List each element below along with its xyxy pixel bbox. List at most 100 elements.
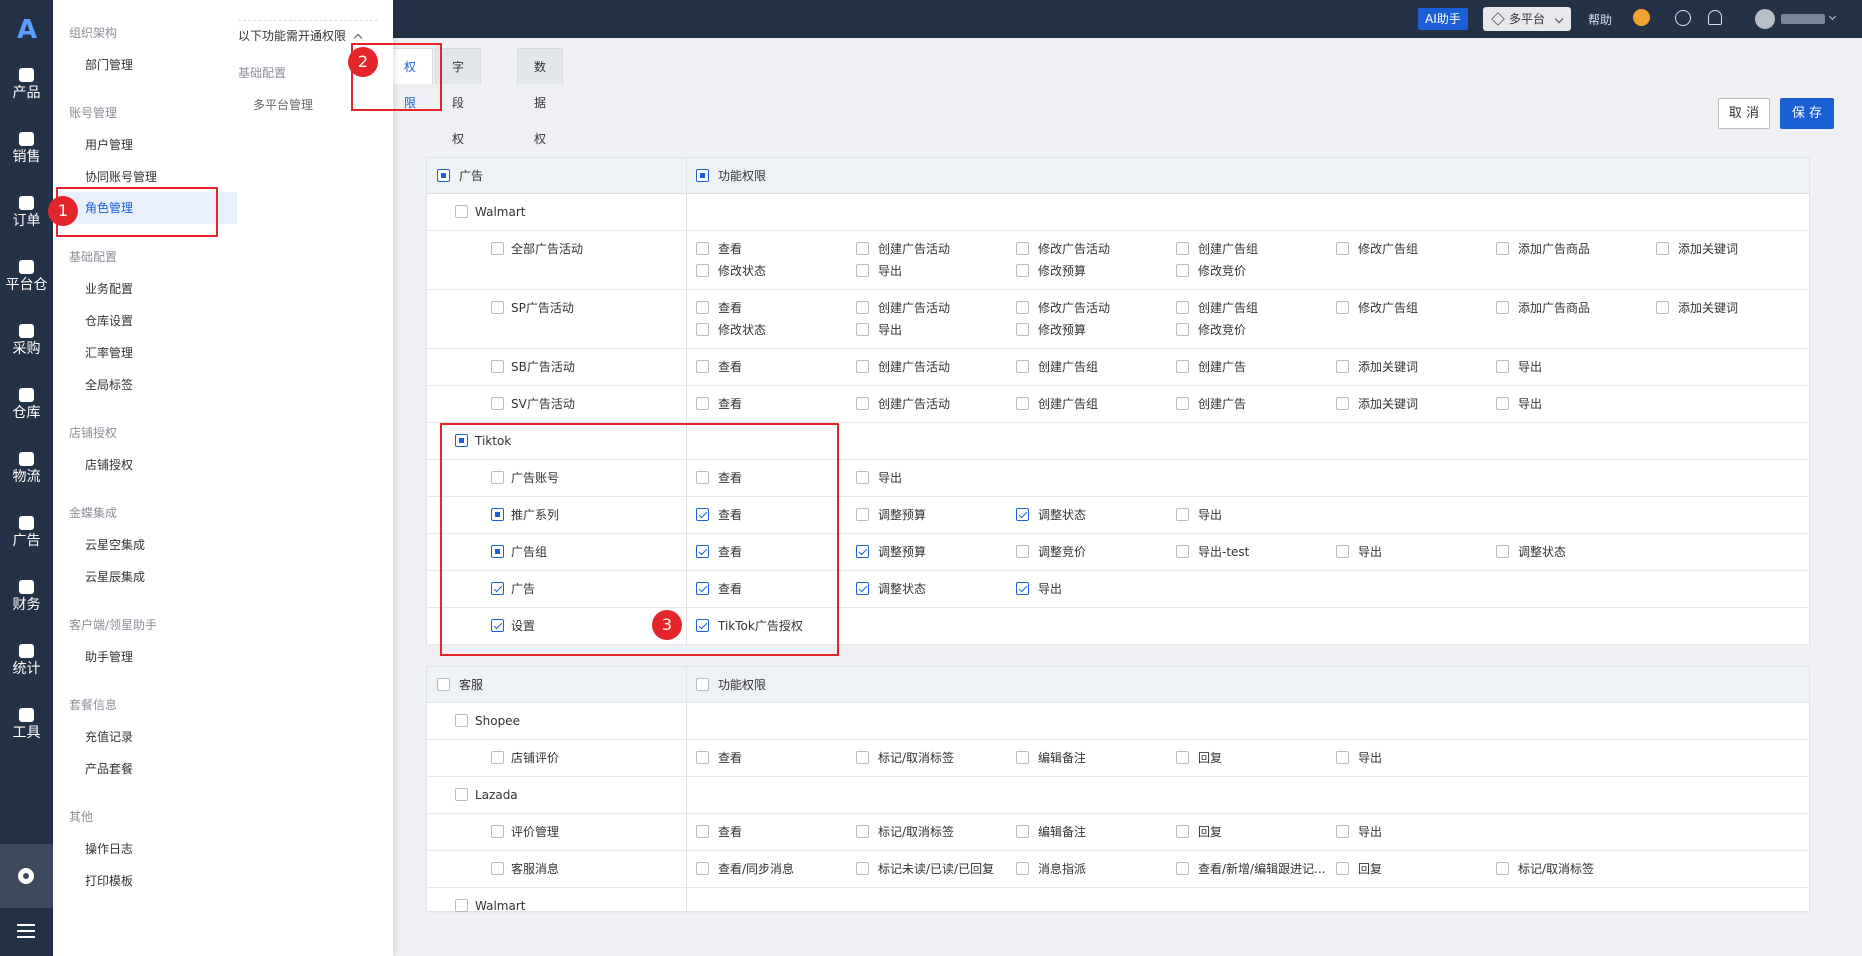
permission-checkbox[interactable] — [856, 397, 869, 410]
rail-item-7[interactable]: 广告 — [0, 508, 53, 564]
rail-item-1[interactable]: 销售 — [0, 124, 53, 180]
menu-item[interactable]: 汇率管理 — [85, 344, 133, 361]
header-checkbox[interactable] — [437, 169, 450, 182]
permission-checkbox[interactable] — [856, 264, 869, 277]
permission-checkbox[interactable] — [1336, 825, 1349, 838]
row-checkbox[interactable] — [491, 751, 504, 764]
permission-checkbox[interactable] — [856, 301, 869, 314]
header-permissions-checkbox[interactable] — [696, 169, 709, 182]
permission-checkbox[interactable] — [1176, 360, 1189, 373]
rail-item-0[interactable]: 产品 — [0, 60, 53, 116]
menu-item[interactable]: 用户管理 — [85, 136, 133, 153]
rail-item-8[interactable]: 财务 — [0, 572, 53, 628]
row-checkbox[interactable] — [491, 825, 504, 838]
permission-checkbox[interactable] — [1016, 751, 1029, 764]
row-checkbox[interactable] — [491, 397, 504, 410]
row-checkbox[interactable] — [455, 714, 468, 727]
permission-checkbox[interactable] — [696, 323, 709, 336]
permission-checkbox[interactable] — [696, 825, 709, 838]
download-icon[interactable] — [1675, 10, 1691, 26]
permission-checkbox[interactable] — [1656, 242, 1669, 255]
permission-checkbox[interactable] — [1496, 242, 1509, 255]
menu-item[interactable]: 店铺授权 — [85, 456, 133, 473]
permission-checkbox[interactable] — [1336, 301, 1349, 314]
permission-checkbox[interactable] — [856, 242, 869, 255]
row-checkbox[interactable] — [455, 788, 468, 801]
permission-checkbox[interactable] — [696, 242, 709, 255]
permission-checkbox[interactable] — [856, 323, 869, 336]
permission-checkbox[interactable] — [696, 360, 709, 373]
multi-platform-management-item[interactable]: 多平台管理 — [253, 96, 313, 113]
permission-checkbox[interactable] — [1176, 301, 1189, 314]
rail-item-9[interactable]: 统计 — [0, 636, 53, 692]
collapse-menu-icon[interactable] — [17, 924, 35, 938]
row-checkbox[interactable] — [455, 205, 468, 218]
permission-checkbox[interactable] — [856, 825, 869, 838]
permission-checkbox[interactable] — [1176, 825, 1189, 838]
permission-checkbox[interactable] — [1016, 545, 1029, 558]
row-checkbox[interactable] — [491, 862, 504, 875]
rail-item-2[interactable]: 订单 — [0, 188, 53, 244]
permission-checkbox[interactable] — [696, 397, 709, 410]
permission-checkbox[interactable] — [1336, 360, 1349, 373]
permission-checkbox[interactable] — [1016, 397, 1029, 410]
menu-item[interactable]: 产品套餐 — [85, 760, 133, 777]
menu-item[interactable]: 部门管理 — [85, 56, 133, 73]
menu-item[interactable]: 全局标签 — [85, 376, 133, 393]
menu-item[interactable]: 协同账号管理 — [85, 168, 157, 185]
row-checkbox[interactable] — [491, 242, 504, 255]
permission-checkbox[interactable] — [1336, 751, 1349, 764]
permission-checkbox[interactable] — [1336, 397, 1349, 410]
permission-checkbox[interactable] — [696, 264, 709, 277]
headset-icon[interactable] — [1633, 9, 1650, 26]
ai-assistant-button[interactable]: AI助手 — [1418, 8, 1468, 30]
menu-item[interactable]: 云星辰集成 — [85, 568, 145, 585]
permission-checkbox[interactable] — [1016, 360, 1029, 373]
permission-checkbox[interactable] — [1336, 242, 1349, 255]
username-blurred[interactable] — [1781, 14, 1825, 24]
avatar[interactable] — [1755, 9, 1775, 29]
menu-item[interactable]: 云星空集成 — [85, 536, 145, 553]
permission-checkbox[interactable] — [1336, 862, 1349, 875]
permission-checkbox[interactable] — [856, 582, 869, 595]
rail-item-4[interactable]: 采购 — [0, 316, 53, 372]
permission-checkbox[interactable] — [1176, 545, 1189, 558]
platform-selector[interactable]: 多平台 — [1483, 7, 1571, 31]
menu-item[interactable]: 操作日志 — [85, 840, 133, 857]
permission-checkbox[interactable] — [696, 301, 709, 314]
permission-checkbox[interactable] — [1016, 323, 1029, 336]
permission-checkbox[interactable] — [856, 751, 869, 764]
permission-checkbox[interactable] — [856, 862, 869, 875]
permission-checkbox[interactable] — [1016, 242, 1029, 255]
permission-checkbox[interactable] — [696, 751, 709, 764]
permission-checkbox[interactable] — [1496, 545, 1509, 558]
rail-item-10[interactable]: 工具 — [0, 700, 53, 756]
permission-checkbox[interactable] — [1336, 545, 1349, 558]
permission-checkbox[interactable] — [1016, 508, 1029, 521]
rail-item-6[interactable]: 物流 — [0, 444, 53, 500]
menu-item[interactable]: 业务配置 — [85, 280, 133, 297]
permission-checkbox[interactable] — [856, 471, 869, 484]
help-link[interactable]: 帮助 — [1588, 11, 1612, 28]
permission-checkbox[interactable] — [1016, 582, 1029, 595]
row-checkbox[interactable] — [491, 360, 504, 373]
permission-checkbox[interactable] — [1176, 508, 1189, 521]
permission-checkbox[interactable] — [1496, 862, 1509, 875]
permission-checkbox[interactable] — [1016, 825, 1029, 838]
save-button[interactable]: 保 存 — [1780, 98, 1834, 129]
permission-checkbox[interactable] — [856, 360, 869, 373]
bell-icon[interactable] — [1708, 10, 1722, 25]
permission-checkbox[interactable] — [1016, 264, 1029, 277]
permission-checkbox[interactable] — [1176, 242, 1189, 255]
menu-item[interactable]: 仓库设置 — [85, 312, 133, 329]
menu-item[interactable]: 充值记录 — [85, 728, 133, 745]
row-checkbox[interactable] — [491, 301, 504, 314]
permission-checkbox[interactable] — [856, 508, 869, 521]
permission-checkbox[interactable] — [1496, 301, 1509, 314]
permission-checkbox[interactable] — [1176, 264, 1189, 277]
app-logo[interactable]: A — [10, 15, 44, 45]
permission-checkbox[interactable] — [1656, 301, 1669, 314]
header-checkbox[interactable] — [437, 678, 450, 691]
permission-checkbox[interactable] — [1176, 323, 1189, 336]
header-permissions-checkbox[interactable] — [696, 678, 709, 691]
